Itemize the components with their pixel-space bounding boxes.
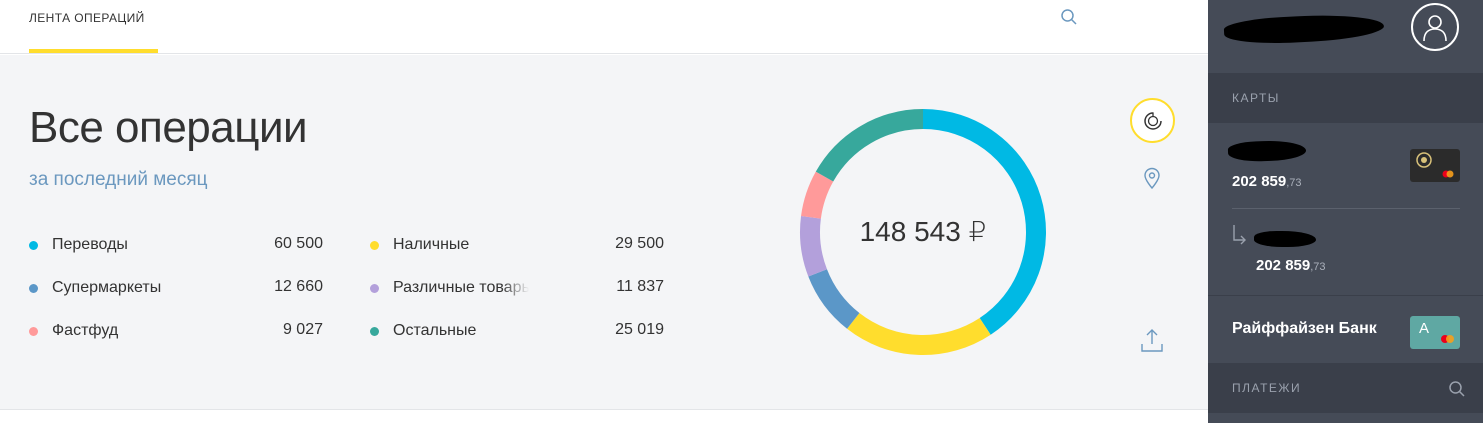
legend-label: Фастфуд <box>52 322 119 339</box>
chart-view-toggle[interactable] <box>1130 98 1175 143</box>
redacted-username <box>1223 11 1385 47</box>
donut-segment[interactable] <box>801 171 834 219</box>
sidebar-footer <box>1208 413 1483 423</box>
card-item-linked[interactable]: 202 859,73 <box>1208 209 1483 295</box>
balance-cents: ,73 <box>1310 261 1326 273</box>
card-thumbnail <box>1410 149 1460 182</box>
upload-icon[interactable] <box>1140 327 1164 353</box>
donut-segment[interactable] <box>808 268 860 329</box>
period-selector-link[interactable]: за последний месяц <box>29 169 208 191</box>
redacted-card-name <box>1227 139 1307 163</box>
card-balance: 202 859,73 <box>1232 173 1302 190</box>
legend-label: Различные товары <box>393 279 529 296</box>
legend-item[interactable]: Остальные 25 019 <box>370 320 664 342</box>
mastercard-icon <box>1441 335 1454 343</box>
legend-value: 11 837 <box>616 278 664 295</box>
legend-label: Переводы <box>52 236 128 253</box>
bank-account-item[interactable]: Райффайзен Банк A <box>1208 295 1483 363</box>
page-title: Все операции <box>29 103 308 152</box>
search-icon[interactable] <box>1060 8 1078 26</box>
legend-item[interactable]: Фастфуд 9 027 <box>29 320 323 342</box>
cards-section-label: КАРТЫ <box>1208 73 1483 123</box>
linked-arrow-icon <box>1233 225 1246 245</box>
sidebar-header <box>1208 0 1483 73</box>
legend-dot <box>370 240 379 250</box>
card-item-primary[interactable]: 202 859,73 <box>1208 123 1483 209</box>
redacted-card-name <box>1254 231 1316 247</box>
bank-card-letter: A <box>1419 320 1430 337</box>
map-pin-icon[interactable] <box>1142 167 1162 189</box>
legend-dot <box>370 326 379 336</box>
bank-name: Райффайзен Банк <box>1232 320 1377 337</box>
balance-main: 202 859 <box>1256 257 1311 274</box>
balance-cents: ,73 <box>1286 177 1302 189</box>
legend-dot <box>370 283 379 293</box>
tab-operations-feed[interactable]: ЛЕНТА ОПЕРАЦИЙ <box>29 0 145 54</box>
legend-label: Супермаркеты <box>52 279 162 296</box>
payments-section-label: ПЛАТЕЖИ <box>1208 363 1483 413</box>
profile-avatar[interactable] <box>1411 3 1459 51</box>
card-balance: 202 859,73 <box>1256 257 1326 274</box>
legend-item[interactable]: Различные товары 11 837 <box>370 277 664 299</box>
legend-item[interactable]: Супермаркеты 12 660 <box>29 277 323 299</box>
legend-item[interactable]: Наличные 29 500 <box>370 234 664 256</box>
top-bar: ЛЕНТА ОПЕРАЦИЙ <box>0 0 1208 54</box>
legend-label: Остальные <box>393 322 477 339</box>
legend-dot <box>29 283 38 293</box>
legend-dot <box>29 240 38 250</box>
user-icon <box>1423 15 1447 42</box>
legend-item[interactable]: Переводы 60 500 <box>29 234 323 256</box>
card-brand-icon <box>1416 152 1454 178</box>
bank-card-thumbnail: A <box>1410 316 1460 349</box>
legend-value: 25 019 <box>615 321 664 338</box>
legend-value: 9 027 <box>282 321 323 338</box>
balance-main: 202 859 <box>1232 173 1287 190</box>
search-icon[interactable] <box>1448 380 1466 398</box>
legend-value: 60 500 <box>274 235 323 252</box>
donut-segment[interactable] <box>815 109 924 182</box>
donut-segment[interactable] <box>847 312 991 355</box>
legend-label: Наличные <box>393 236 470 253</box>
total-amount: 148 543 ₽ <box>859 216 987 247</box>
legend-value: 12 660 <box>274 278 323 295</box>
legend-value: 29 500 <box>615 235 664 252</box>
legend-dot <box>29 326 38 336</box>
operations-summary-panel: Все операции за последний месяц Переводы… <box>0 55 1208 410</box>
accounts-sidebar: КАРТЫ 202 859,73 202 859,73 Райффайзен Б… <box>1208 0 1483 423</box>
tab-active-indicator <box>29 49 158 53</box>
pie-chart-icon <box>1144 112 1162 130</box>
